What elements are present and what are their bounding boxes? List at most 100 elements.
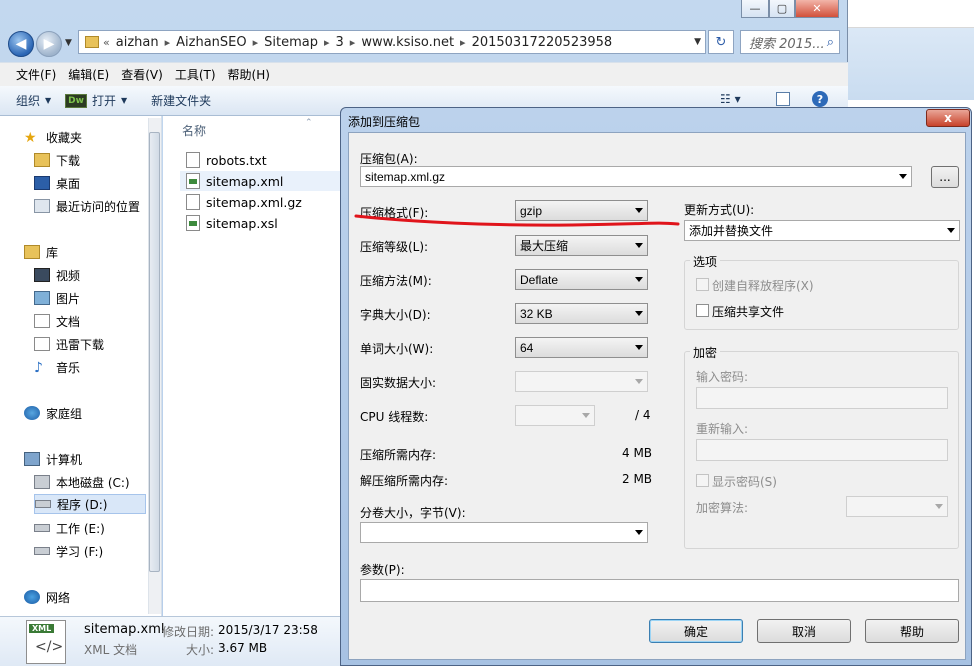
- nav-xunlei[interactable]: 迅雷下载: [34, 334, 104, 354]
- organize-button[interactable]: 组织 ▼: [16, 92, 51, 109]
- dictionary-label: 字典大小(D):: [360, 308, 431, 322]
- chevron-down-icon: [947, 228, 955, 233]
- minimize-button[interactable]: —: [741, 0, 769, 18]
- help-icon[interactable]: ?: [812, 91, 828, 107]
- password-confirm-input: [696, 439, 948, 461]
- dictionary-value: 32 KB: [520, 306, 553, 321]
- menu-edit[interactable]: 编辑(E): [62, 66, 115, 83]
- nav-recent[interactable]: 最近访问的位置: [34, 196, 140, 216]
- breadcrumb-aizhan[interactable]: aizhan: [110, 35, 165, 50]
- nav-desktop[interactable]: 桌面: [34, 173, 80, 193]
- menu-tools[interactable]: 工具(T): [169, 66, 222, 83]
- ok-button[interactable]: 确定: [649, 619, 743, 643]
- maximize-button[interactable]: ▢: [769, 0, 795, 18]
- file-item[interactable]: sitemap.xml.gz: [180, 192, 340, 212]
- nav-computer[interactable]: 计算机: [24, 449, 82, 469]
- background-window-top: [848, 0, 974, 28]
- breadcrumb-sitemap[interactable]: Sitemap: [258, 35, 324, 50]
- close-button[interactable]: ✕: [795, 0, 839, 18]
- breadcrumb-aizhanseo[interactable]: AizhanSEO: [170, 35, 252, 50]
- nav-pictures[interactable]: 图片: [34, 288, 80, 308]
- xunlei-folder-icon: [34, 337, 50, 351]
- volume-size-combo[interactable]: [360, 522, 648, 543]
- recent-pages-dropdown-icon[interactable]: ▼: [65, 38, 72, 48]
- search-input[interactable]: 搜索 2015... ⌕: [740, 30, 840, 54]
- dialog-close-button[interactable]: x: [926, 109, 970, 127]
- nav-network[interactable]: 网络: [24, 587, 70, 607]
- nav-documents[interactable]: 文档: [34, 311, 80, 331]
- file-item[interactable]: sitemap.xml: [180, 171, 340, 191]
- new-folder-button[interactable]: 新建文件夹: [151, 92, 211, 109]
- nav-homegroup[interactable]: 家庭组: [24, 403, 82, 423]
- nav-music-label: 音乐: [56, 360, 81, 375]
- breadcrumb-3[interactable]: 3: [330, 35, 350, 50]
- recent-places-icon: [34, 199, 50, 213]
- parameters-input[interactable]: [360, 579, 959, 602]
- forward-button[interactable]: ▶: [36, 31, 62, 57]
- nav-drive-e-label: 工作 (E:): [56, 521, 105, 536]
- chevron-down-icon: [635, 345, 643, 350]
- nav-videos[interactable]: 视频: [34, 265, 80, 285]
- nav-favorites[interactable]: ★ 收藏夹: [24, 127, 82, 147]
- method-select[interactable]: Deflate: [515, 269, 648, 290]
- open-button[interactable]: Dw 打开 ▼: [65, 92, 127, 109]
- menu-help[interactable]: 帮助(H): [222, 66, 276, 83]
- compress-shared-checkbox[interactable]: [696, 304, 709, 317]
- menu-file[interactable]: 文件(F): [10, 66, 62, 83]
- cpu-threads-label: CPU 线程数:: [360, 410, 429, 424]
- nav-drive-e[interactable]: 工作 (E:): [34, 518, 105, 538]
- level-select[interactable]: 最大压缩: [515, 235, 648, 256]
- refresh-button[interactable]: ↻: [708, 30, 734, 54]
- search-placeholder: 搜索 2015...: [749, 36, 825, 52]
- nav-xunlei-label: 迅雷下载: [56, 337, 105, 352]
- compress-shared-label[interactable]: 压缩共享文件: [712, 303, 784, 320]
- music-icon: ♪: [34, 360, 43, 376]
- computer-icon: [24, 452, 40, 466]
- cancel-button[interactable]: 取消: [757, 619, 851, 643]
- update-mode-select[interactable]: 添加并替换文件: [684, 220, 960, 241]
- menu-view[interactable]: 查看(V): [115, 66, 169, 83]
- encryption-group-title: 加密: [690, 344, 721, 361]
- code-glyph: </>: [35, 639, 64, 655]
- navigation-scrollbar-thumb[interactable]: [149, 132, 160, 572]
- address-dropdown-icon[interactable]: ▼: [694, 37, 701, 47]
- nav-drive-c[interactable]: 本地磁盘 (C:): [34, 472, 130, 492]
- chevron-down-icon: [935, 504, 943, 509]
- nav-desktop-label: 桌面: [56, 176, 81, 191]
- browse-button[interactable]: ...: [931, 166, 959, 188]
- nav-drive-f[interactable]: 学习 (F:): [34, 541, 103, 561]
- volume-size-label: 分卷大小，字节(V):: [360, 506, 466, 520]
- dictionary-select[interactable]: 32 KB: [515, 303, 648, 324]
- dropdown-arrow-icon: ▼: [120, 96, 128, 105]
- breadcrumb-domain[interactable]: www.ksiso.net: [355, 35, 460, 50]
- compress-memory-label: 压缩所需内存:: [360, 448, 437, 462]
- word-size-select[interactable]: 64: [515, 337, 648, 358]
- file-item[interactable]: robots.txt: [180, 150, 340, 170]
- forward-arrow-icon: ▶: [43, 36, 55, 52]
- preview-pane-icon[interactable]: [776, 92, 790, 106]
- nav-drive-d[interactable]: 程序 (D:): [34, 494, 146, 514]
- breadcrumb-folder[interactable]: 20150317220523958: [466, 35, 619, 50]
- file-type: XML 文档: [84, 643, 138, 657]
- system-drive-icon: [34, 475, 50, 489]
- column-header-name[interactable]: 名称: [182, 122, 206, 139]
- chevron-down-icon: [635, 277, 643, 282]
- view-options-icon[interactable]: ☷ ▾: [720, 92, 741, 106]
- downloads-folder-icon: [34, 153, 50, 167]
- help-button[interactable]: 帮助: [865, 619, 959, 643]
- nav-drive-d-label: 程序 (D:): [57, 497, 108, 512]
- file-item[interactable]: sitemap.xsl: [180, 213, 340, 233]
- xml-file-icon: [186, 173, 200, 189]
- back-button[interactable]: ◀: [8, 31, 34, 57]
- chevron-down-icon: [899, 174, 907, 179]
- compress-memory-value: 4 MB: [622, 446, 653, 460]
- nav-downloads[interactable]: 下载: [34, 150, 80, 170]
- refresh-icon: ↻: [715, 34, 727, 50]
- solid-block-label: 固实数据大小:: [360, 376, 437, 390]
- desktop-icon: [34, 176, 50, 190]
- drive-icon: [34, 524, 50, 532]
- nav-libraries[interactable]: 库: [24, 242, 58, 262]
- archive-path-combo[interactable]: sitemap.xml.gz: [360, 166, 912, 187]
- address-bar[interactable]: « aizhan ▸ AizhanSEO ▸ Sitemap ▸ 3 ▸ www…: [78, 30, 706, 54]
- nav-music[interactable]: ♪ 音乐: [34, 357, 80, 377]
